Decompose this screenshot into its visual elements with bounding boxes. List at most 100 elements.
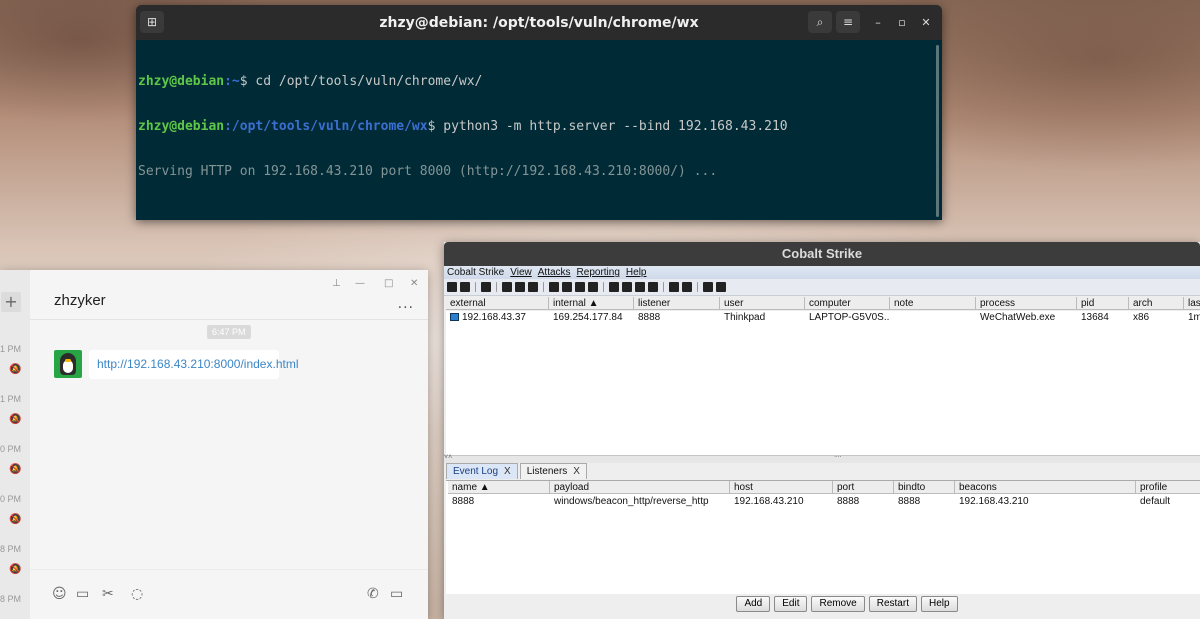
toolbar-divider	[603, 282, 604, 292]
column-header[interactable]: external	[446, 297, 549, 309]
restart-button[interactable]: Restart	[868, 596, 917, 612]
chat-header: zhzyker ⊥ — □ ✕ ...	[30, 270, 428, 320]
column-header[interactable]: listener	[634, 297, 720, 309]
menu-view[interactable]: View	[510, 266, 532, 279]
column-header[interactable]: pid	[1077, 297, 1129, 309]
column-header[interactable]: process	[976, 297, 1077, 309]
table-row[interactable]: 8888 windows/beacon_http/reverse_http 19…	[448, 495, 1200, 509]
screenshot-scissors-icon[interactable]: ✂	[102, 586, 114, 602]
menu-attacks[interactable]: Attacks	[538, 266, 571, 279]
minimize-icon[interactable]: —	[355, 278, 365, 289]
message-link[interactable]: http://192.168.43.210:8000/index.html	[89, 350, 299, 379]
edit-button[interactable]: Edit	[774, 596, 808, 612]
terminal-scrollbar[interactable]	[936, 45, 939, 217]
terminal-output[interactable]: zhzy@debian:~$ cd /opt/tools/vuln/chrome…	[136, 40, 942, 213]
hamburger-menu-icon[interactable]: ≡	[836, 11, 860, 33]
column-header[interactable]: profile	[1136, 481, 1200, 493]
minimize-icon[interactable]: –	[870, 14, 886, 30]
menu-help[interactable]: Help	[626, 266, 647, 279]
table-cell: 192.168.43.210	[734, 496, 804, 507]
splitter-arrows[interactable]: ˅˄	[444, 454, 452, 461]
manage-web-server-icon[interactable]	[669, 282, 679, 292]
downloads-icon[interactable]	[562, 282, 572, 292]
prompt-path: :~	[224, 74, 240, 89]
menu-cobalt-strike[interactable]: Cobalt Strike	[447, 266, 504, 279]
avatar[interactable]	[54, 350, 82, 378]
help-book-icon[interactable]	[703, 282, 713, 292]
credentials-icon[interactable]	[549, 282, 559, 292]
chat-time: 8 PM	[0, 544, 22, 554]
office-macro-icon[interactable]	[635, 282, 645, 292]
screenshots-icon[interactable]	[588, 282, 598, 292]
table-cell: windows/beacon_http/reverse_http	[554, 496, 709, 507]
listeners-headphones-icon[interactable]	[481, 282, 491, 292]
target-table-icon[interactable]	[528, 282, 538, 292]
disconnect-icon[interactable]	[460, 282, 470, 292]
column-header[interactable]: bindto	[894, 481, 955, 493]
toolbar-divider	[543, 282, 544, 292]
column-header[interactable]: port	[833, 481, 894, 493]
column-header[interactable]: computer	[805, 297, 890, 309]
close-tab-icon[interactable]: X	[573, 466, 580, 477]
pin-icon[interactable]: ⊥	[332, 278, 341, 289]
emoji-icon[interactable]: ☺	[52, 586, 67, 602]
add-button[interactable]: Add	[736, 596, 771, 612]
tab-listeners[interactable]: Listeners X	[519, 463, 587, 479]
column-header[interactable]: host	[730, 481, 833, 493]
keystrokes-icon[interactable]	[575, 282, 585, 292]
prompt-path: :/opt/tools/vuln/chrome/wx	[224, 119, 428, 134]
wechat-window[interactable]: + 1 PM 🔕 1 PM 🔕 0 PM 🔕 0 PM 🔕 8 PM 🔕 8 P…	[0, 270, 428, 619]
mute-icon: 🔕	[9, 564, 22, 575]
help-button[interactable]: Help	[920, 596, 958, 612]
folder-icon[interactable]: ▭	[76, 586, 89, 602]
search-icon[interactable]: ⌕	[808, 11, 832, 33]
java-applet-icon[interactable]	[622, 282, 632, 292]
cloud-host-icon[interactable]	[682, 282, 692, 292]
maximize-icon[interactable]: ▫	[894, 14, 910, 30]
pane-splitter[interactable]: ˅˄ ᐧᐧᐧᐧ	[444, 453, 1200, 463]
new-tab-icon[interactable]: ⊞	[140, 11, 164, 33]
maximize-icon[interactable]: □	[384, 278, 393, 289]
table-cell: 8888	[452, 496, 475, 507]
column-header[interactable]: beacons	[955, 481, 1136, 493]
beacon-table-header: external internal ▲ listener user comput…	[446, 297, 1200, 310]
chat-list-sidebar[interactable]: + 1 PM 🔕 1 PM 🔕 0 PM 🔕 0 PM 🔕 8 PM 🔕 8 P…	[0, 270, 30, 619]
column-header[interactable]: las	[1184, 297, 1200, 309]
cobalt-strike-window[interactable]: Cobalt Strike Cobalt Strike View Attacks…	[444, 242, 1200, 619]
column-header[interactable]: payload	[550, 481, 730, 493]
terminal-titlebar[interactable]: ⊞ zhzy@debian: /opt/tools/vuln/chrome/wx…	[136, 5, 942, 40]
terminal-window[interactable]: ⊞ zhzy@debian: /opt/tools/vuln/chrome/wx…	[136, 5, 942, 220]
splitter-grip[interactable]: ᐧᐧᐧᐧ	[834, 453, 841, 461]
voice-call-icon[interactable]: ✆	[367, 586, 379, 602]
chat-history-icon[interactable]: ◌	[131, 586, 143, 602]
toolbar-divider	[475, 282, 476, 292]
close-tab-icon[interactable]: X	[504, 466, 511, 477]
terminal-title: zhzy@debian: /opt/tools/vuln/chrome/wx	[379, 14, 699, 31]
pivot-graph-icon[interactable]	[502, 282, 512, 292]
close-icon[interactable]: ✕	[918, 14, 934, 30]
more-options-button[interactable]: ...	[398, 296, 414, 312]
chat-panel: zhzyker ⊥ — □ ✕ ... 6:47 PM http://192.1…	[30, 270, 428, 619]
column-header[interactable]: note	[890, 297, 976, 309]
column-header[interactable]: arch	[1129, 297, 1184, 309]
video-call-icon[interactable]: ▭	[390, 586, 403, 602]
toolbar-divider	[663, 282, 664, 292]
table-row[interactable]: 192.168.43.37 169.254.177.84 8888 Thinkp…	[446, 311, 1200, 325]
powershell-web-delivery-icon[interactable]	[648, 282, 658, 292]
remove-button[interactable]: Remove	[811, 596, 865, 612]
tab-label: Listeners	[526, 466, 568, 477]
menu-reporting[interactable]: Reporting	[577, 266, 620, 279]
add-chat-button[interactable]: +	[1, 292, 21, 312]
column-header[interactable]: user	[720, 297, 805, 309]
chat-time: 8 PM	[0, 594, 22, 604]
about-cube-icon[interactable]	[716, 282, 726, 292]
column-header[interactable]: internal ▲	[549, 297, 634, 309]
new-connection-icon[interactable]	[447, 282, 457, 292]
close-icon[interactable]: ✕	[410, 278, 418, 289]
payload-generator-icon[interactable]	[609, 282, 619, 292]
session-table-icon[interactable]	[515, 282, 525, 292]
tab-event-log[interactable]: Event Log X	[446, 463, 518, 479]
toolbar	[444, 279, 1200, 296]
tab-label: Event Log	[453, 466, 499, 477]
column-header[interactable]: name ▲	[448, 481, 550, 493]
